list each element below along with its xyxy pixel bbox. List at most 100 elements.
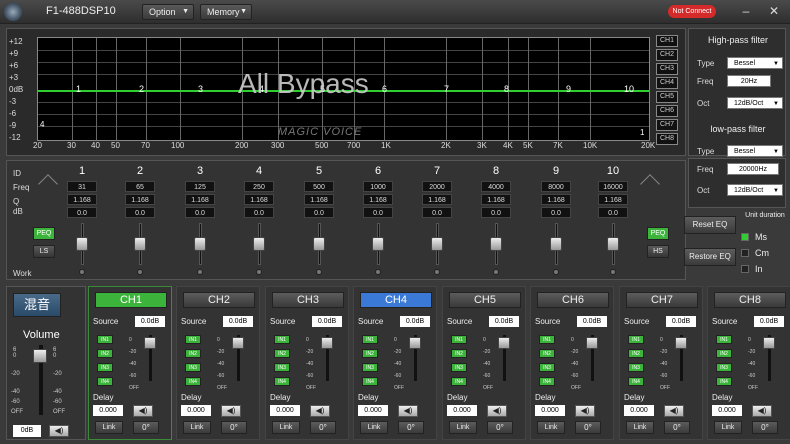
band-point[interactable]: 8 (504, 84, 509, 94)
mute-speaker-icon[interactable]: ◀) (133, 405, 153, 417)
input-toggle-button[interactable]: IN1 (185, 335, 201, 344)
input-toggle-button[interactable]: IN4 (185, 377, 201, 386)
channel-gain-slider[interactable] (674, 335, 688, 381)
input-toggle-button[interactable]: IN4 (628, 377, 644, 386)
band-work-indicator[interactable] (375, 269, 381, 275)
source-gain-field[interactable]: 0.0dB (754, 316, 784, 327)
link-button[interactable]: Link (272, 421, 300, 434)
channel-select-button[interactable]: CH3 (272, 292, 344, 308)
band-work-indicator[interactable] (493, 269, 499, 275)
mute-speaker-icon[interactable]: ◀) (221, 405, 241, 417)
left-peq-button[interactable]: PEQ (33, 227, 55, 240)
volume-value-field[interactable]: 0dB (13, 425, 41, 437)
channel-gain-slider[interactable] (585, 335, 599, 381)
band-gain-slider[interactable] (185, 223, 215, 265)
slider-knob[interactable] (490, 237, 502, 251)
highpass-type-select[interactable]: Bessel ▼ (727, 57, 783, 69)
input-toggle-button[interactable]: IN1 (274, 335, 290, 344)
band-db-field[interactable]: 0.0 (304, 207, 334, 218)
unit-option-in[interactable]: In (741, 264, 763, 274)
band-freq-field[interactable]: 8000 (541, 181, 571, 192)
graph-channel-toggle[interactable]: CH3 (656, 63, 678, 75)
graph-channel-toggle[interactable]: CH8 (656, 133, 678, 145)
input-toggle-button[interactable]: IN1 (97, 335, 113, 344)
source-gain-field[interactable]: 0.0dB (135, 316, 165, 327)
connection-status-button[interactable]: Not Connect (668, 5, 716, 18)
slider-knob[interactable] (76, 237, 88, 251)
input-toggle-button[interactable]: IN2 (716, 349, 732, 358)
input-toggle-button[interactable]: IN1 (628, 335, 644, 344)
band-freq-field[interactable]: 65 (125, 181, 155, 192)
input-toggle-button[interactable]: IN1 (451, 335, 467, 344)
source-gain-field[interactable]: 0.0dB (577, 316, 607, 327)
channel-select-button[interactable]: CH2 (183, 292, 255, 308)
source-gain-field[interactable]: 0.0dB (400, 316, 430, 327)
band-point[interactable]: 2 (139, 84, 144, 94)
input-toggle-button[interactable]: IN3 (539, 363, 555, 372)
band-work-indicator[interactable] (610, 269, 616, 275)
source-gain-field[interactable]: 0.0dB (223, 316, 253, 327)
band-q-field[interactable]: 1.168 (185, 194, 215, 205)
slider-knob[interactable] (498, 337, 510, 349)
slider-knob[interactable] (372, 237, 384, 251)
band-point[interactable]: 7 (444, 84, 449, 94)
channel-select-button[interactable]: CH5 (449, 292, 521, 308)
channel-select-button[interactable]: CH7 (626, 292, 698, 308)
slider-knob[interactable] (313, 237, 325, 251)
link-button[interactable]: Link (626, 421, 654, 434)
mute-speaker-icon[interactable]: ◀) (398, 405, 418, 417)
right-peq-button[interactable]: PEQ (647, 227, 669, 240)
input-toggle-button[interactable]: IN1 (362, 335, 378, 344)
band-work-indicator[interactable] (316, 269, 322, 275)
band-freq-field[interactable]: 125 (185, 181, 215, 192)
delay-field[interactable]: 0.000 (624, 405, 654, 416)
band-q-field[interactable]: 1.168 (598, 194, 628, 205)
mix-button[interactable]: 混音 (13, 293, 61, 317)
input-toggle-button[interactable]: IN2 (451, 349, 467, 358)
close-icon[interactable]: ✕ (766, 4, 782, 18)
band-point[interactable]: 9 (566, 84, 571, 94)
channel-gain-slider[interactable] (320, 335, 334, 381)
channel-gain-slider[interactable] (231, 335, 245, 381)
input-toggle-button[interactable]: IN3 (451, 363, 467, 372)
band-q-field[interactable]: 1.168 (67, 194, 97, 205)
mute-speaker-icon[interactable]: ◀) (752, 405, 772, 417)
band-work-indicator[interactable] (197, 269, 203, 275)
input-toggle-button[interactable]: IN4 (97, 377, 113, 386)
band-db-field[interactable]: 0.0 (185, 207, 215, 218)
mute-speaker-icon[interactable]: ◀) (487, 405, 507, 417)
lowpass-marker[interactable]: 1 (640, 128, 644, 137)
unit-option-ms[interactable]: Ms (741, 232, 767, 242)
delay-field[interactable]: 0.000 (93, 405, 123, 416)
input-toggle-button[interactable]: IN4 (274, 377, 290, 386)
channel-select-button[interactable]: CH6 (537, 292, 609, 308)
input-toggle-button[interactable]: IN2 (628, 349, 644, 358)
restore-eq-button[interactable]: Restore EQ (684, 248, 736, 266)
channel-gain-slider[interactable] (762, 335, 776, 381)
slider-knob[interactable] (550, 237, 562, 251)
slider-knob[interactable] (321, 337, 333, 349)
band-q-field[interactable]: 1.168 (422, 194, 452, 205)
source-gain-field[interactable]: 0.0dB (489, 316, 519, 327)
option-menu[interactable]: Option ▼ (142, 4, 194, 20)
band-q-field[interactable]: 1.168 (304, 194, 334, 205)
channel-gain-slider[interactable] (497, 335, 511, 381)
slider-knob[interactable] (586, 337, 598, 349)
phase-button[interactable]: 0° (398, 421, 424, 434)
band-work-indicator[interactable] (256, 269, 262, 275)
source-gain-field[interactable]: 0.0dB (312, 316, 342, 327)
speaker-icon[interactable]: ◀) (49, 425, 69, 437)
slider-knob[interactable] (763, 337, 775, 349)
band-point[interactable]: 3 (198, 84, 203, 94)
band-q-field[interactable]: 1.168 (244, 194, 274, 205)
phase-button[interactable]: 0° (575, 421, 601, 434)
link-button[interactable]: Link (360, 421, 388, 434)
mute-speaker-icon[interactable]: ◀) (664, 405, 684, 417)
band-db-field[interactable]: 0.0 (125, 207, 155, 218)
phase-button[interactable]: 0° (664, 421, 690, 434)
input-toggle-button[interactable]: IN4 (362, 377, 378, 386)
channel-gain-slider[interactable] (143, 335, 157, 381)
slider-knob[interactable] (194, 237, 206, 251)
band-point[interactable]: 10 (624, 84, 634, 94)
band-gain-slider[interactable] (422, 223, 452, 265)
